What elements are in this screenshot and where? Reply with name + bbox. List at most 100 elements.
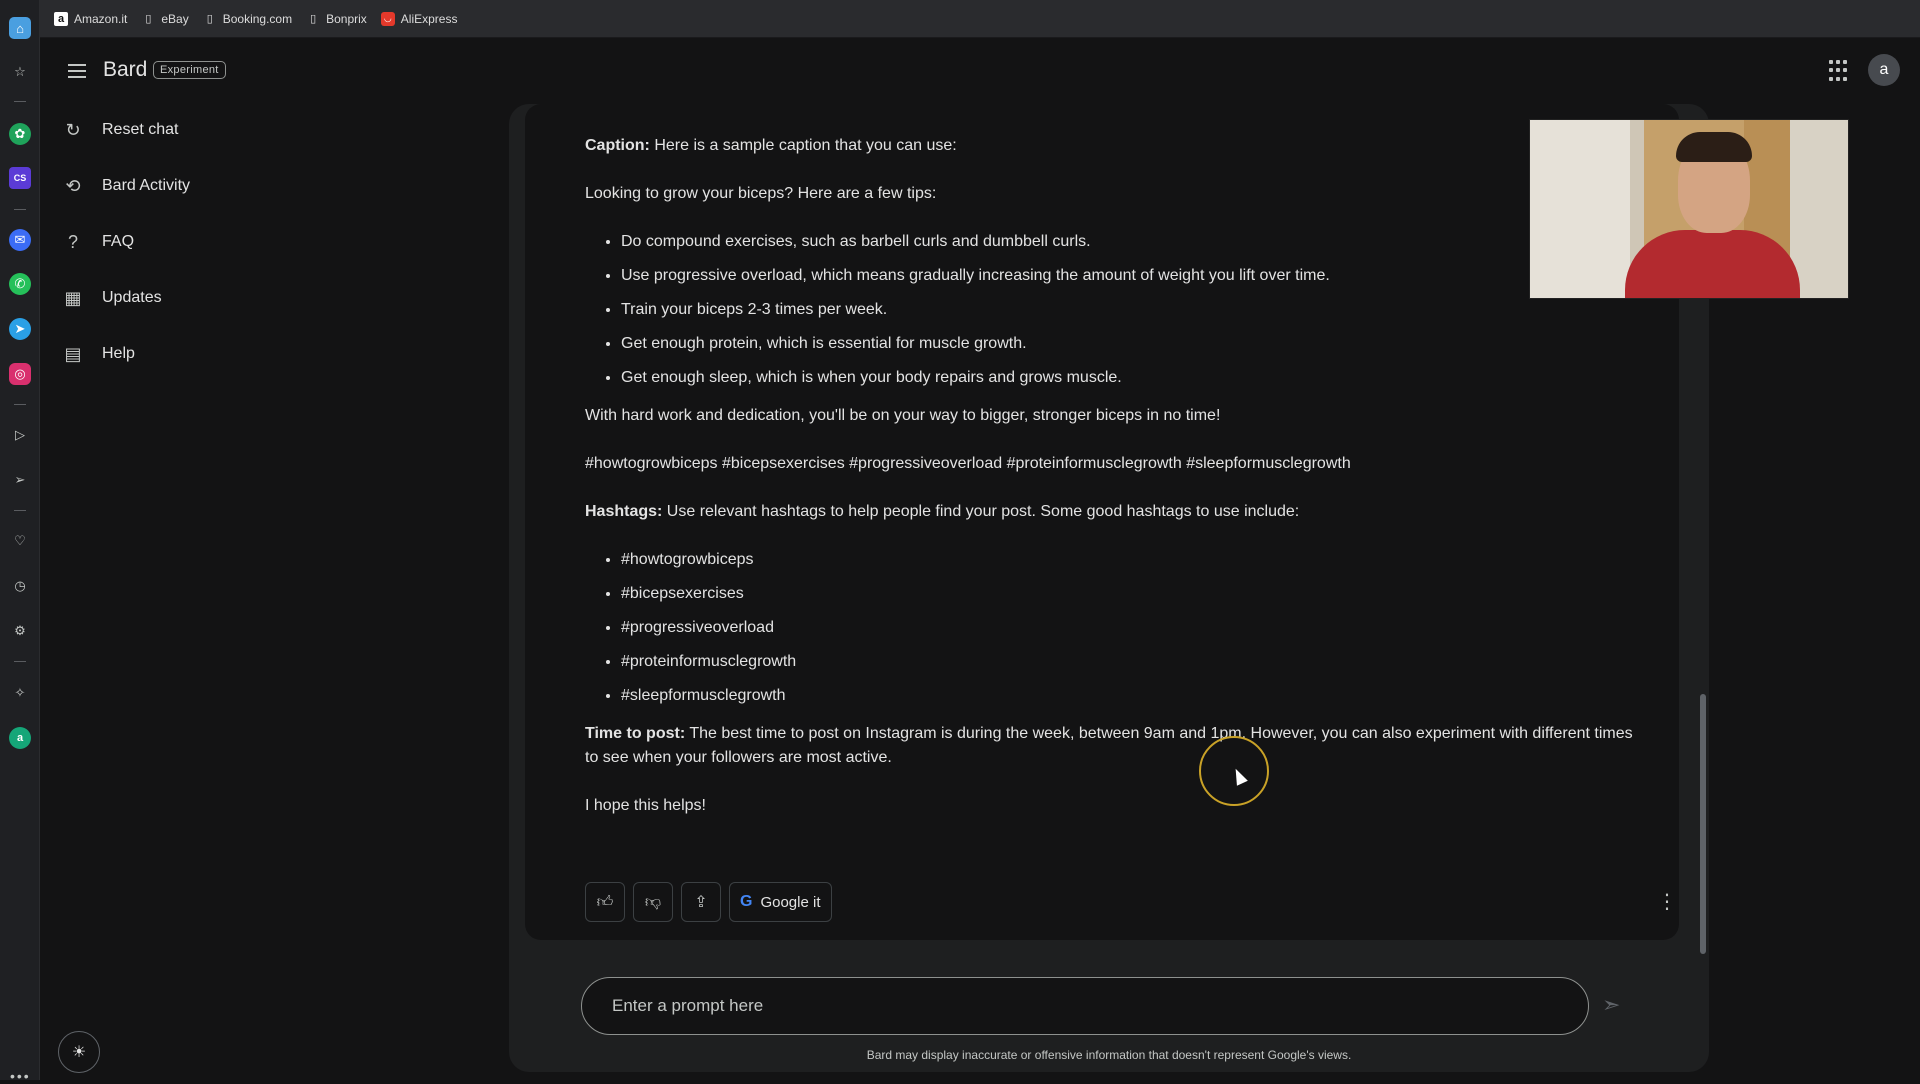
sun-icon: ☀ [71, 1044, 87, 1061]
share-button[interactable]: ⇪ [681, 882, 721, 922]
more-dots-icon[interactable]: ••• [10, 1068, 31, 1084]
intro-paragraph: Looking to grow your biceps? Here are a … [585, 185, 937, 202]
scrollbar[interactable] [1700, 694, 1706, 954]
bookmark-ebay[interactable]: ▯ eBay [141, 12, 188, 26]
rail-divider [14, 510, 26, 511]
app-title: Bard [103, 58, 148, 81]
cs-app-icon[interactable]: CS [9, 167, 31, 189]
hamburger-menu-icon[interactable] [65, 59, 89, 83]
response-card: Caption: Here is a sample caption that y… [525, 104, 1679, 940]
player-icon[interactable]: ▷ [9, 424, 31, 446]
page-icon: ▯ [310, 13, 317, 25]
prompt-box[interactable] [581, 977, 1589, 1035]
cam-hair [1676, 132, 1752, 162]
thumbs-down-icon: 👎︎ [644, 893, 662, 911]
avatar[interactable]: a [1868, 54, 1900, 86]
amazon-icon: a [54, 11, 68, 26]
list-item: Get enough protein, which is essential f… [621, 332, 1645, 356]
hashtags-text: Use relevant hashtags to help people fin… [662, 503, 1300, 520]
sign-off: I hope this helps! [585, 797, 706, 814]
instagram-icon[interactable]: ◎ [9, 363, 31, 385]
app-header: Bard Experiment a [40, 38, 1920, 104]
sidebar-item-updates[interactable]: ▦ Updates [62, 278, 162, 318]
sidebar-item-faq[interactable]: ? FAQ [62, 222, 134, 262]
aliexpress-icon: ◡ [380, 11, 395, 26]
whatsapp-icon[interactable]: ✆ [9, 273, 31, 295]
reset-icon: ↻ [65, 119, 81, 140]
bookmark-amazon[interactable]: a Amazon.it [54, 11, 128, 26]
calendar-icon: ▦ [64, 287, 82, 308]
theme-toggle-button[interactable]: ☀ [58, 1031, 100, 1073]
caption-paragraph: Caption: Here is a sample caption that y… [585, 134, 1645, 158]
bookmark-booking[interactable]: ▯ Booking.com [203, 12, 292, 26]
closing-paragraph: With hard work and dedication, you'll be… [585, 407, 1221, 424]
google-it-label: Google it [760, 893, 821, 911]
disclaimer: Bard may display inaccurate or offensive… [866, 1048, 1352, 1062]
thumbs-down-button[interactable]: 👎︎ [633, 882, 673, 922]
experiment-badge: Experiment [153, 61, 226, 79]
bookmark-label: eBay [161, 11, 189, 26]
sidebar-item-label: FAQ [102, 233, 135, 250]
time-paragraph: Time to post: The best time to post on I… [585, 722, 1645, 770]
list-item: #progressiveoverload [621, 616, 1645, 640]
heart-icon[interactable]: ♡ [9, 530, 31, 552]
bookmark-label: Booking.com [222, 11, 293, 26]
feedback-icon: ▤ [64, 343, 82, 364]
lightbulb-icon[interactable]: ✧ [9, 682, 31, 704]
list-item: #sleepformusclegrowth [621, 684, 1645, 708]
list-item: #bicepsexercises [621, 582, 1645, 606]
hashtag-line: #howtogrowbiceps #bicepsexercises #progr… [585, 455, 1351, 472]
bookmark-bonprix[interactable]: ▯ Bonprix [306, 12, 367, 26]
chatgpt-app-icon[interactable]: ✿ [9, 123, 31, 145]
bookmark-aliexpress[interactable]: ◡ AliExpress [380, 11, 458, 26]
messenger-icon[interactable]: ✉ [9, 229, 31, 251]
telegram-icon[interactable]: ➤ [9, 318, 31, 340]
bookmarks-bar: a Amazon.it ▯ eBay ▯ Booking.com ▯ Bonpr… [40, 0, 1920, 38]
rail-divider [14, 404, 26, 405]
settings-icon[interactable]: ⚙ [9, 620, 31, 642]
list-item: #howtogrowbiceps [621, 548, 1645, 572]
prompt-input[interactable] [612, 978, 1552, 1034]
page-icon: ▯ [206, 13, 213, 25]
thumbs-up-icon: 👍︎ [596, 893, 614, 911]
bookmark-label: Bonprix [326, 11, 367, 26]
browser-sidebar: ⌂ ☆ ✿ CS ✉ ✆ ➤ ◎ ▷ ➢ ♡ ◷ ⚙ ✧ a ••• [0, 0, 40, 1084]
clock-icon[interactable]: ◷ [9, 575, 31, 597]
browser-home-icon[interactable]: ⌂ [9, 17, 31, 39]
sidebar-item-label: Bard Activity [102, 177, 191, 194]
hashtags-label: Hashtags: [585, 503, 663, 520]
sidebar-item-label: Reset chat [102, 121, 179, 138]
sidebar-item-label: Help [102, 345, 135, 362]
sidebar-item-label: Updates [102, 289, 162, 306]
response-text: Caption: Here is a sample caption that y… [585, 134, 1645, 818]
browser-favorites-icon[interactable]: ☆ [9, 61, 31, 83]
list-item: Use progressive overload, which means gr… [621, 264, 1645, 288]
sidebar-item-bard-activity[interactable]: ⟲ Bard Activity [62, 166, 190, 206]
time-text: The best time to post on Instagram is du… [585, 725, 1633, 766]
bookmark-label: Amazon.it [74, 11, 128, 26]
tips-list: Do compound exercises, such as barbell c… [585, 230, 1645, 390]
cam-door [1530, 120, 1640, 298]
send-rail-icon[interactable]: ➢ [9, 469, 31, 491]
page-icon: ▯ [145, 13, 152, 25]
list-item: Get enough sleep, which is when your bod… [621, 366, 1645, 390]
thumbs-up-button[interactable]: 👍︎ [585, 882, 625, 922]
send-icon[interactable]: ➣ [1602, 992, 1628, 1018]
google-it-button[interactable]: G Google it [729, 882, 832, 922]
list-item: #proteinformusclegrowth [621, 650, 1645, 674]
time-label: Time to post: [585, 725, 686, 742]
more-options-icon[interactable]: ⋮ [1657, 892, 1677, 912]
sidebar-item-help[interactable]: ▤ Help [62, 334, 135, 374]
bookmark-label: AliExpress [400, 11, 458, 26]
rail-divider [14, 101, 26, 102]
list-item: Do compound exercises, such as barbell c… [621, 230, 1645, 254]
google-apps-icon[interactable] [1829, 60, 1851, 82]
sidebar-item-reset-chat[interactable]: ↻ Reset chat [62, 110, 178, 150]
cam-right-door [1790, 120, 1848, 298]
assistant-app-icon[interactable]: a [9, 727, 31, 749]
google-logo-icon: G [740, 893, 753, 910]
hashtags-list: #howtogrowbiceps #bicepsexercises #progr… [585, 548, 1645, 708]
rail-divider [14, 661, 26, 662]
list-item: Train your biceps 2-3 times per week. [621, 298, 1645, 322]
caption-label: Caption: [585, 137, 650, 154]
